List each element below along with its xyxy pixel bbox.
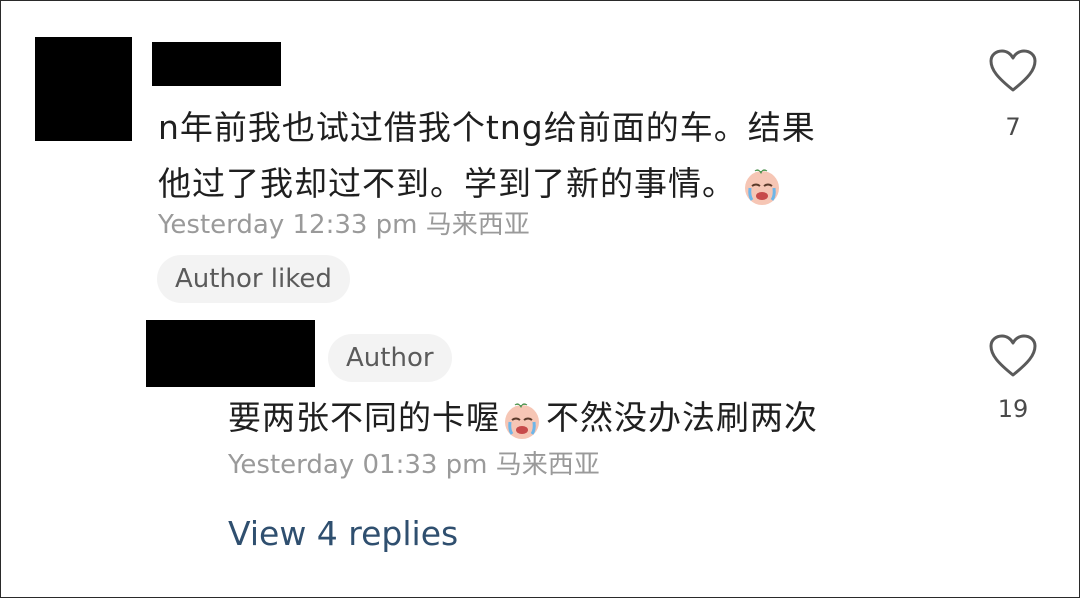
crying-face-emoji: [745, 168, 779, 205]
username-redacted[interactable]: [152, 42, 281, 86]
comment-text-line-2-text: 他过了我却过不到。学到了新的事情。: [158, 164, 736, 203]
avatar[interactable]: [35, 37, 132, 141]
comment-text-line-2: 他过了我却过不到。学到了新的事情。: [158, 156, 938, 212]
comment-thread-frame: [0, 0, 1080, 598]
heart-outline-icon[interactable]: [988, 48, 1038, 94]
reply-text-before-emoji: 要两张不同的卡喔: [228, 398, 500, 437]
author-badge: Author: [328, 334, 452, 382]
reply-avatar-and-username-redacted[interactable]: [146, 320, 315, 387]
like-count: 7: [1005, 113, 1021, 141]
reply-text: 要两张不同的卡喔 不然没办法刷两次: [228, 390, 948, 446]
author-liked-badge: Author liked: [157, 255, 350, 303]
comment-text: n年前我也试过借我个tng给前面的车。结果 他过了我却过不到。学到了新的事情。: [158, 100, 938, 212]
crying-face-emoji: [505, 402, 539, 439]
reply-timestamp: Yesterday 01:33 pm 马来西亚: [228, 450, 600, 480]
view-replies-link[interactable]: View 4 replies: [228, 512, 458, 556]
reply-like-count: 19: [997, 395, 1029, 423]
comment-text-line-1: n年前我也试过借我个tng给前面的车。结果: [158, 108, 816, 147]
reply-text-after-emoji: 不然没办法刷两次: [546, 398, 818, 437]
heart-outline-icon[interactable]: [988, 333, 1038, 379]
comment-timestamp: Yesterday 12:33 pm 马来西亚: [158, 210, 530, 240]
